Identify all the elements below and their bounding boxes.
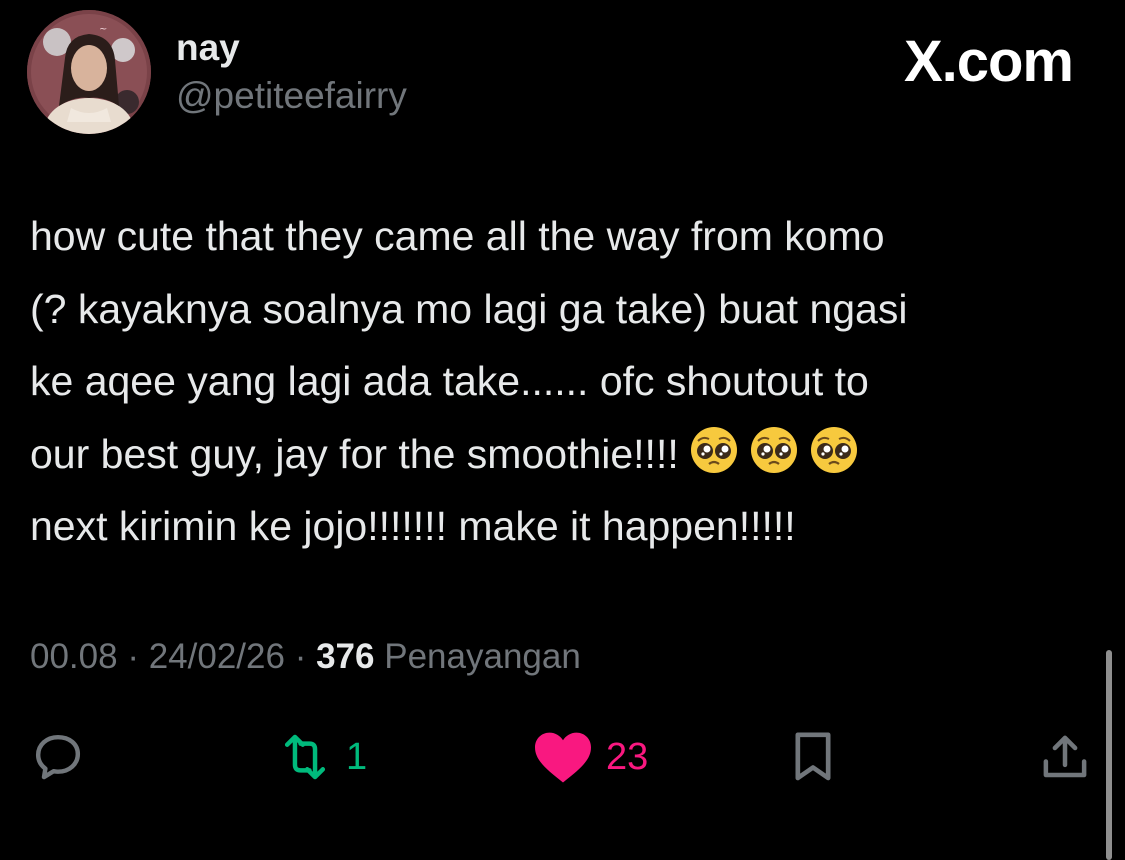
tweet-line: (? kayaknya soalnya mo lagi ga take) bua… xyxy=(30,285,908,332)
display-name[interactable]: nay xyxy=(176,26,240,70)
bookmark-icon xyxy=(795,732,831,781)
share-button[interactable] xyxy=(1038,722,1092,792)
reply-icon xyxy=(35,734,81,780)
user-handle[interactable]: @petiteefairry xyxy=(176,74,407,118)
tweet-line: how cute that they came all the way from… xyxy=(30,213,885,259)
share-icon xyxy=(1043,735,1087,778)
tweet-line: our best guy, jay for the smoothie!!!! xyxy=(30,430,679,477)
pleading-face-emoji xyxy=(810,426,857,473)
tweet-text: how cute that they came all the way from… xyxy=(30,200,1090,563)
tweet-line-with-emoji: our best guy, jay for the smoothie!!!! xyxy=(30,418,1090,491)
tweet-line: next kirimin ke jojo!!!!!!! make it happ… xyxy=(30,503,796,549)
pleading-face-emoji xyxy=(750,426,797,473)
svg-text:~: ~ xyxy=(99,24,107,35)
retweet-icon xyxy=(284,734,326,780)
meta-separator: · xyxy=(127,637,139,676)
tweet-time[interactable]: 00.08 xyxy=(30,637,118,676)
avatar-image: ~ xyxy=(27,10,151,134)
tweet-meta: 00.08 · 24/02/26 · 376 Penayangan xyxy=(30,634,581,680)
meta-separator: · xyxy=(294,637,307,676)
tweet-line: ke aqee yang lagi ada take...... ofc sho… xyxy=(30,358,869,404)
views-count[interactable]: 376 xyxy=(316,637,374,676)
avatar[interactable]: ~ xyxy=(27,10,151,134)
like-count: 23 xyxy=(606,735,649,778)
retweet-count: 1 xyxy=(346,735,368,778)
scrollbar[interactable] xyxy=(1106,650,1112,860)
retweet-button[interactable]: 1 xyxy=(276,722,367,792)
action-bar: 1 23 xyxy=(0,722,1125,792)
bookmark-button[interactable] xyxy=(788,722,838,792)
views-label[interactable]: Penayangan xyxy=(384,637,581,676)
tweet-date[interactable]: 24/02/26 xyxy=(149,637,285,676)
pleading-face-emoji xyxy=(690,426,737,473)
x-logo: X.com xyxy=(903,29,1074,94)
like-button[interactable]: 23 xyxy=(532,722,648,792)
reply-button[interactable] xyxy=(30,722,86,792)
heart-icon xyxy=(535,732,591,783)
